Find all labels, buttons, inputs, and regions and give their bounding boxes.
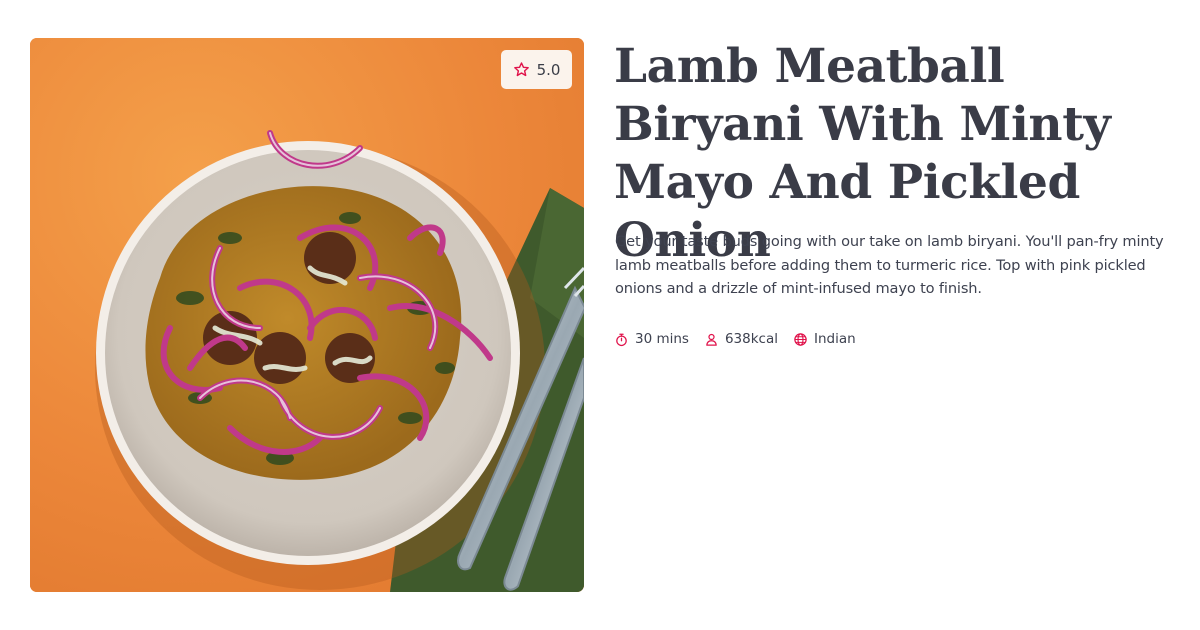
star-icon [513, 62, 529, 77]
globe-icon [794, 332, 807, 346]
meta-time-label: 30 mins [635, 331, 689, 347]
stopwatch-icon [616, 333, 627, 346]
rating-value: 5.0 [536, 60, 561, 79]
meta-cuisine-label: Indian [814, 331, 856, 347]
meta-cuisine: Indian [793, 331, 856, 347]
recipe-card: 5.0 Lamb Meatball Biryani With Minty May… [0, 0, 1200, 630]
recipe-photo[interactable] [30, 38, 584, 592]
food-image [30, 38, 584, 592]
meta-time: 30 mins [614, 331, 689, 347]
meta-calories: 638kcal [704, 331, 778, 347]
recipe-description: Get your taste buds going with our take … [615, 233, 1164, 297]
rating-badge: 5.0 [501, 50, 572, 89]
recipe-meta: 30 mins 638kcal Indian [614, 331, 871, 347]
person-icon [706, 333, 717, 346]
meta-calories-label: 638kcal [724, 331, 778, 347]
